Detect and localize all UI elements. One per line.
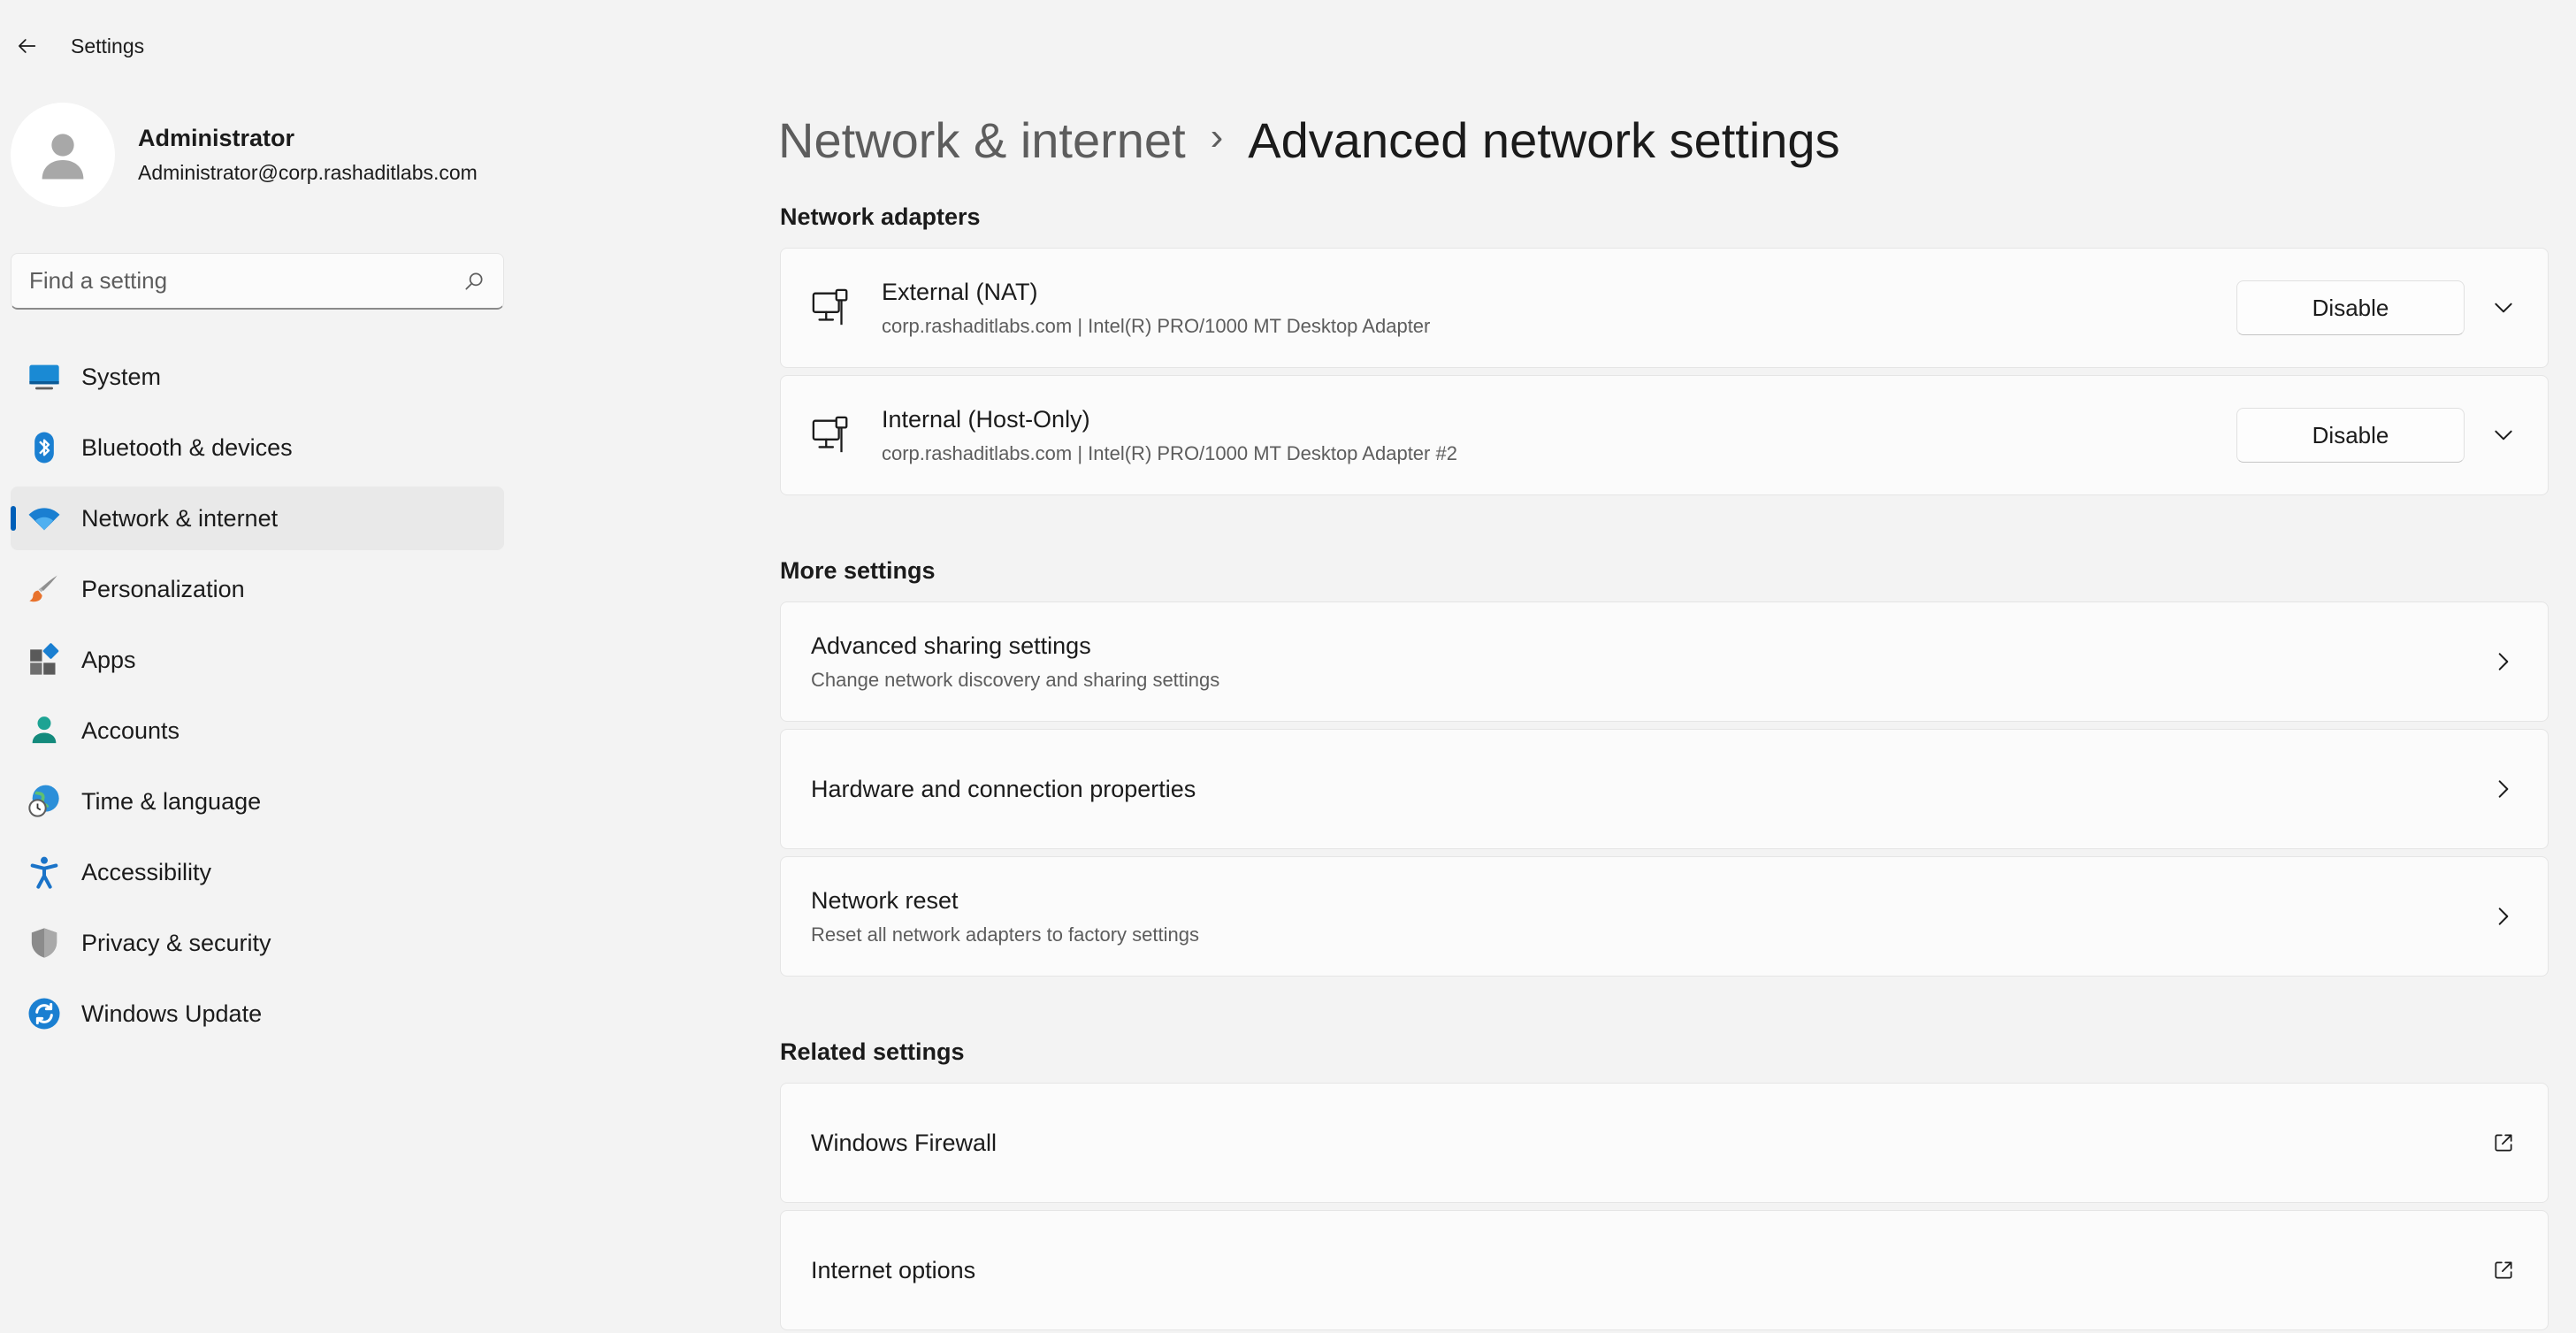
sidebar-nav: System Bluetooth & devices Network & int… — [11, 345, 504, 1053]
profile-text: Administrator Administrator@corp.rashadi… — [138, 125, 478, 185]
card-text: Internet options — [811, 1257, 2486, 1284]
chevron-right-icon — [2486, 771, 2521, 807]
sidebar-item-apps[interactable]: Apps — [11, 628, 504, 692]
card-title: Hardware and connection properties — [811, 775, 1196, 802]
sidebar-item-accessibility[interactable]: Accessibility — [11, 840, 504, 904]
section-title-related-settings: Related settings — [780, 1038, 965, 1065]
sidebar-item-time-language[interactable]: Time & language — [11, 770, 504, 833]
sidebar-item-label: Time & language — [81, 787, 262, 815]
apps-icon — [27, 642, 62, 678]
shield-icon — [27, 925, 62, 961]
disable-button[interactable]: Disable — [2236, 280, 2465, 335]
person-icon — [27, 713, 62, 748]
card-text: Hardware and connection properties — [811, 776, 2486, 803]
chevron-right-icon — [2486, 644, 2521, 679]
adapter-name: Internal (Host-Only) — [882, 405, 1090, 433]
globe-clock-icon — [27, 784, 62, 819]
sidebar-item-label: Windows Update — [81, 1000, 263, 1027]
sidebar-item-label: Personalization — [81, 575, 245, 602]
adapter-description: corp.rashaditlabs.com | Intel(R) PRO/100… — [882, 314, 1431, 337]
sidebar-item-label: Accessibility — [81, 858, 212, 885]
windows-firewall-link[interactable]: Windows Firewall — [780, 1083, 2549, 1203]
adapter-description: corp.rashaditlabs.com | Intel(R) PRO/100… — [882, 441, 1457, 464]
breadcrumb-parent-link[interactable]: Network & internet — [778, 111, 1186, 169]
wifi-icon — [27, 501, 62, 536]
sidebar-item-label: Bluetooth & devices — [81, 433, 293, 461]
settings-window: Settings Administrator Administrator@cor… — [0, 0, 2576, 1333]
card-subtitle: Change network discovery and sharing set… — [811, 668, 1220, 691]
section-title-network-adapters: Network adapters — [780, 203, 981, 230]
update-icon — [27, 996, 62, 1031]
card-title: Windows Firewall — [811, 1129, 998, 1156]
search-box[interactable] — [11, 253, 504, 310]
chevron-down-icon[interactable] — [2486, 290, 2521, 326]
card-text: Advanced sharing settings Change network… — [811, 632, 2486, 692]
brush-icon — [27, 571, 62, 607]
sidebar-item-network[interactable]: Network & internet — [11, 486, 504, 550]
bluetooth-icon — [27, 430, 62, 465]
app-title: Settings — [71, 34, 145, 57]
sidebar-item-label: Apps — [81, 646, 136, 673]
disable-button[interactable]: Disable — [2236, 408, 2465, 463]
sidebar-item-label: Accounts — [81, 716, 180, 744]
open-external-icon — [2486, 1253, 2521, 1288]
sidebar-item-bluetooth[interactable]: Bluetooth & devices — [11, 416, 504, 479]
hardware-connection-properties-link[interactable]: Hardware and connection properties — [780, 729, 2549, 849]
adapter-name: External (NAT) — [882, 278, 1038, 305]
card-title: Advanced sharing settings — [811, 632, 1091, 659]
sidebar-item-system[interactable]: System — [11, 345, 504, 409]
internet-options-link[interactable]: Internet options — [780, 1210, 2549, 1330]
network-reset-link[interactable]: Network reset Reset all network adapters… — [780, 856, 2549, 977]
main-content: Network & internet › Advanced network se… — [778, 92, 2549, 1333]
card-text: Internal (Host-Only) corp.rashaditlabs.c… — [882, 406, 2236, 465]
sidebar-item-label: Privacy & security — [81, 929, 271, 956]
card-text: External (NAT) corp.rashaditlabs.com | I… — [882, 279, 2236, 338]
accessibility-icon — [27, 854, 62, 890]
sidebar-item-personalization[interactable]: Personalization — [11, 557, 504, 621]
card-subtitle: Reset all network adapters to factory se… — [811, 923, 1199, 946]
section-title-more-settings: More settings — [780, 557, 936, 584]
back-button[interactable] — [2, 21, 51, 71]
card-text: Network reset Reset all network adapters… — [811, 887, 2486, 946]
sidebar-item-label: System — [81, 363, 162, 390]
ethernet-adapter-icon — [811, 415, 852, 456]
open-external-icon — [2486, 1125, 2521, 1161]
search-icon[interactable] — [462, 270, 485, 293]
chevron-right-icon — [2486, 899, 2521, 934]
sidebar-item-accounts[interactable]: Accounts — [11, 699, 504, 762]
chevron-down-icon[interactable] — [2486, 418, 2521, 453]
adapter-card-external[interactable]: External (NAT) corp.rashaditlabs.com | I… — [780, 248, 2549, 368]
avatar — [11, 103, 115, 207]
title-bar: Settings — [0, 0, 2576, 92]
breadcrumb: Network & internet › Advanced network se… — [778, 104, 1840, 175]
profile-name: Administrator — [138, 125, 295, 151]
ethernet-adapter-icon — [811, 287, 852, 328]
profile-email: Administrator@corp.rashaditlabs.com — [138, 161, 478, 184]
advanced-sharing-settings-link[interactable]: Advanced sharing settings Change network… — [780, 601, 2549, 722]
chevron-right-icon: › — [1210, 115, 1224, 158]
page-title: Advanced network settings — [1248, 111, 1840, 168]
card-title: Network reset — [811, 886, 959, 914]
arrow-left-icon — [19, 39, 36, 53]
system-icon — [27, 359, 62, 395]
user-profile[interactable]: Administrator Administrator@corp.rashadi… — [11, 103, 478, 207]
sidebar-item-privacy[interactable]: Privacy & security — [11, 911, 504, 975]
search-input[interactable] — [29, 267, 462, 295]
sidebar-item-label: Network & internet — [81, 504, 279, 532]
sidebar-item-windows-update[interactable]: Windows Update — [11, 982, 504, 1046]
person-placeholder-icon — [42, 134, 84, 180]
sidebar: Administrator Administrator@corp.rashadi… — [0, 92, 513, 1333]
card-text: Windows Firewall — [811, 1130, 2486, 1157]
card-title: Internet options — [811, 1256, 976, 1283]
adapter-card-internal[interactable]: Internal (Host-Only) corp.rashaditlabs.c… — [780, 375, 2549, 495]
